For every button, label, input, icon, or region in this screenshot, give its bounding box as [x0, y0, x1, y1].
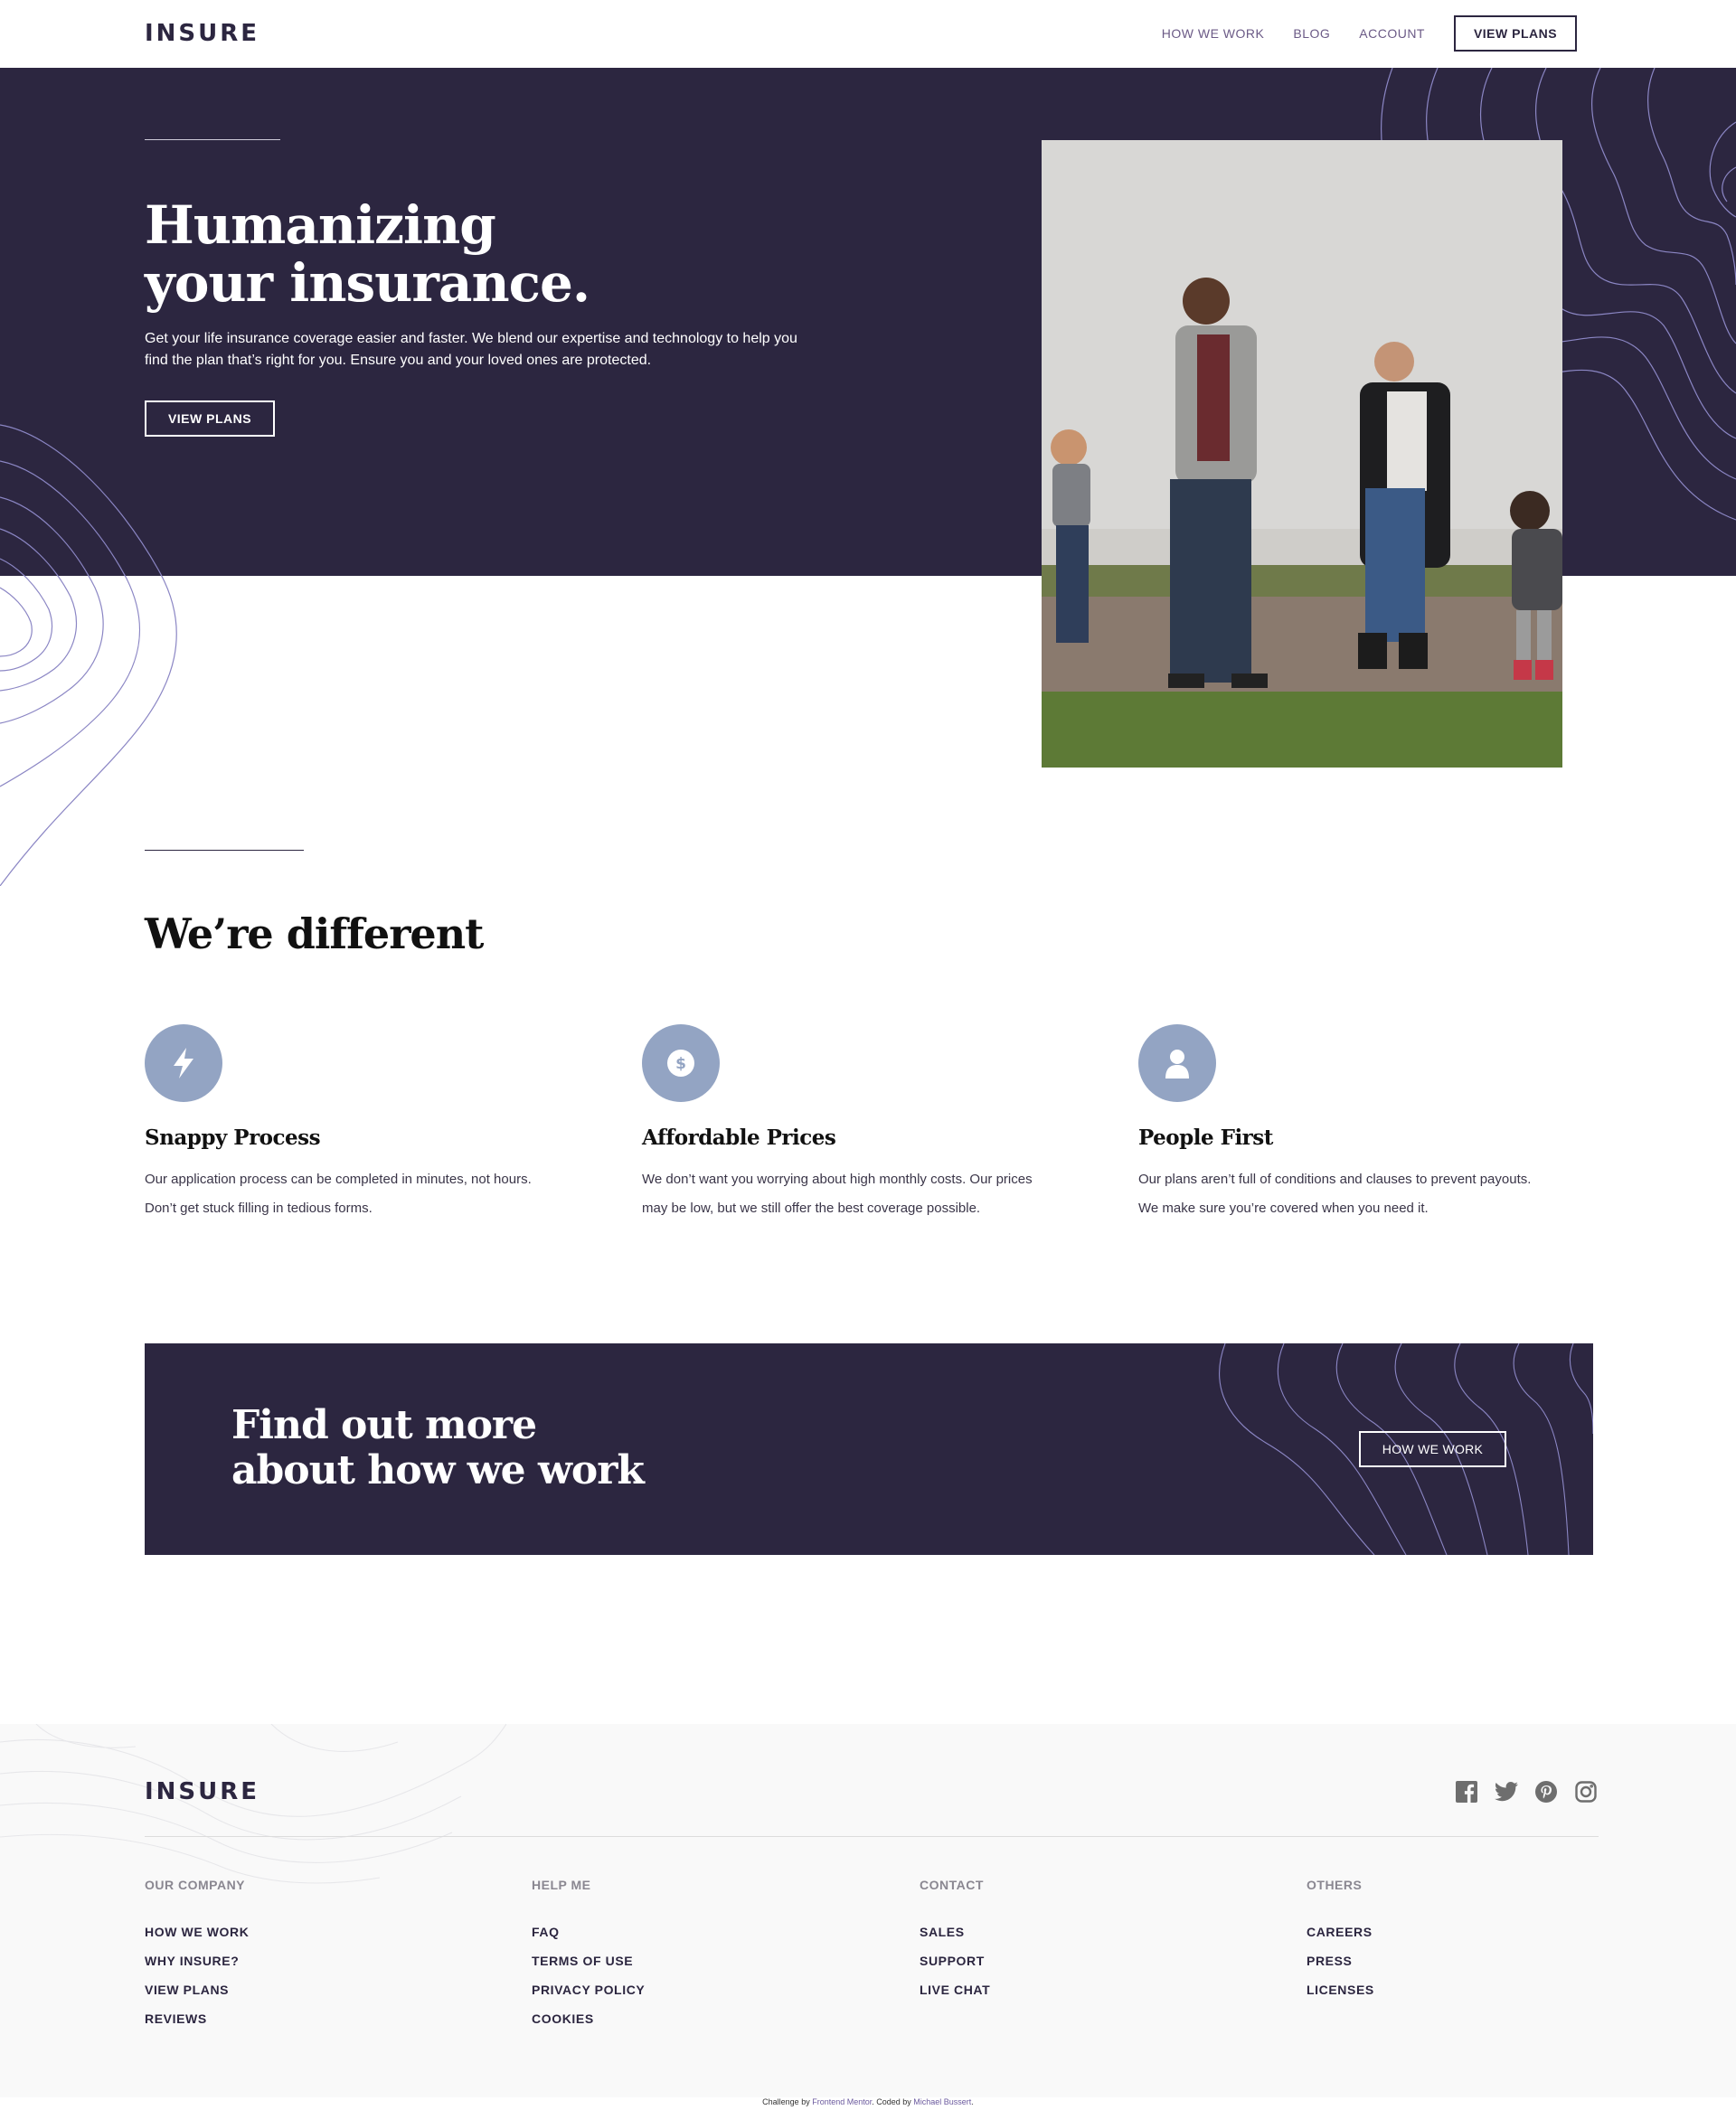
feature-description-line-2: Don’t get stuck filling in tedious forms…	[145, 1201, 373, 1216]
nav-links: HOW WE WORK BLOG ACCOUNT VIEW PLANS	[1133, 15, 1577, 52]
twitter-icon[interactable]	[1495, 1780, 1518, 1804]
footer-topography-pattern	[0, 1724, 506, 1884]
nav-link-account[interactable]: ACCOUNT	[1359, 26, 1425, 41]
footer-column-our-company: OUR COMPANY HOW WE WORK WHY INSURE? VIEW…	[145, 1878, 434, 2040]
how-we-work-banner: Find out more about how we work HOW WE W…	[145, 1343, 1593, 1555]
feature-description: Our plans aren’t full of conditions and …	[1138, 1165, 1590, 1223]
footer-link-reviews[interactable]: REVIEWS	[145, 2011, 434, 2026]
feature-description: Our application process can be completed…	[145, 1165, 597, 1223]
footer-link-how-we-work[interactable]: HOW WE WORK	[145, 1925, 434, 1939]
cta-title-line-1: Find out more	[231, 1402, 537, 1448]
pinterest-icon[interactable]	[1534, 1780, 1558, 1804]
how-we-work-button[interactable]: HOW WE WORK	[1359, 1431, 1506, 1467]
feature-title: People First	[1138, 1126, 1273, 1150]
footer-divider	[145, 1836, 1599, 1837]
hero-title-line-2: your insurance.	[145, 252, 590, 314]
attribution-suffix: .	[971, 2097, 974, 2106]
feature-description: We don’t want you worrying about high mo…	[642, 1165, 1094, 1223]
attribution-middle: . Coded by	[872, 2097, 914, 2106]
feature-people-first: People First Our plans aren’t full of co…	[1138, 1024, 1590, 1223]
feature-snappy-process: Snappy Process Our application process c…	[145, 1024, 597, 1223]
feature-description-line-2: may be low, but we still offer the best …	[642, 1201, 981, 1216]
hero-description: Get your life insurance coverage easier …	[145, 328, 832, 372]
hero-view-plans-button[interactable]: VIEW PLANS	[145, 400, 275, 437]
footer-link-live-chat[interactable]: LIVE CHAT	[920, 1983, 1209, 1997]
attribution-prefix: Challenge by	[762, 2097, 813, 2106]
footer-link-careers[interactable]: CAREERS	[1307, 1925, 1596, 1939]
feature-description-line-1: We don’t want you worrying about high mo…	[642, 1172, 1033, 1187]
footer-link-support[interactable]: SUPPORT	[920, 1954, 1209, 1968]
footer-link-faq[interactable]: FAQ	[532, 1925, 821, 1939]
different-divider	[145, 850, 304, 851]
attribution: Challenge by Frontend Mentor. Coded by M…	[0, 2097, 1736, 2106]
footer-link-privacy-policy[interactable]: PRIVACY POLICY	[532, 1983, 821, 1997]
facebook-icon[interactable]	[1455, 1780, 1478, 1804]
footer-link-view-plans[interactable]: VIEW PLANS	[145, 1983, 434, 1997]
footer-link-terms-of-use[interactable]: TERMS OF USE	[532, 1954, 821, 1968]
feature-title: Affordable Prices	[642, 1126, 836, 1150]
cta-title: Find out more about how we work	[231, 1403, 702, 1493]
feature-affordable-prices: $ Affordable Prices We don’t want you wo…	[642, 1024, 1094, 1223]
footer-column-others: OTHERS CAREERS PRESS LICENSES	[1307, 1878, 1596, 2011]
dollar-coin-icon: $	[642, 1024, 720, 1102]
footer-link-why-insure[interactable]: WHY INSURE?	[145, 1954, 434, 1968]
top-nav: INSURE HOW WE WORK BLOG ACCOUNT VIEW PLA…	[0, 0, 1736, 68]
footer-column-heading: OUR COMPANY	[145, 1878, 246, 1892]
hero-family-photo	[1042, 140, 1562, 768]
feature-description-line-1: Our plans aren’t full of conditions and …	[1138, 1172, 1532, 1187]
brand-logo[interactable]: INSURE	[145, 20, 259, 47]
feature-description-line-1: Our application process can be completed…	[145, 1172, 532, 1187]
person-icon	[1138, 1024, 1216, 1102]
svg-text:$: $	[675, 1055, 686, 1073]
frontend-mentor-link[interactable]: Frontend Mentor	[812, 2097, 872, 2106]
site-footer: INSURE OUR COMPANY HOW WE WORK WHY INSUR…	[0, 1724, 1736, 2097]
nav-link-how-we-work[interactable]: HOW WE WORK	[1162, 26, 1265, 41]
footer-link-cookies[interactable]: COOKIES	[532, 2011, 821, 2026]
hero-description-line-2: find the plan that’s right for you. Ensu…	[145, 353, 652, 368]
nav-view-plans-button[interactable]: VIEW PLANS	[1454, 15, 1577, 52]
lightning-bolt-icon	[145, 1024, 222, 1102]
hero-title: Humanizing your insurance.	[145, 196, 687, 312]
footer-brand-logo[interactable]: INSURE	[145, 1778, 259, 1805]
cta-title-line-2: about how we work	[231, 1447, 645, 1493]
footer-column-heading: OTHERS	[1307, 1878, 1363, 1892]
hero-title-line-1: Humanizing	[145, 194, 496, 256]
footer-column-help-me: HELP ME FAQ TERMS OF USE PRIVACY POLICY …	[532, 1878, 821, 2040]
hero-description-line-1: Get your life insurance coverage easier …	[145, 331, 797, 346]
nav-link-blog[interactable]: BLOG	[1293, 26, 1330, 41]
footer-link-licenses[interactable]: LICENSES	[1307, 1983, 1596, 1997]
hero-divider	[145, 139, 280, 140]
footer-column-contact: CONTACT SALES SUPPORT LIVE CHAT	[920, 1878, 1209, 2011]
feature-description-line-2: We make sure you’re covered when you nee…	[1138, 1201, 1429, 1216]
instagram-icon[interactable]	[1574, 1780, 1598, 1804]
feature-title: Snappy Process	[145, 1126, 321, 1150]
footer-column-heading: HELP ME	[532, 1878, 591, 1892]
social-links	[1455, 1780, 1614, 1804]
footer-column-heading: CONTACT	[920, 1878, 984, 1892]
footer-link-sales[interactable]: SALES	[920, 1925, 1209, 1939]
author-link[interactable]: Michael Bussert	[913, 2097, 971, 2106]
family-illustration	[1042, 140, 1562, 768]
different-title: We’re different	[145, 909, 484, 958]
footer-link-press[interactable]: PRESS	[1307, 1954, 1596, 1968]
